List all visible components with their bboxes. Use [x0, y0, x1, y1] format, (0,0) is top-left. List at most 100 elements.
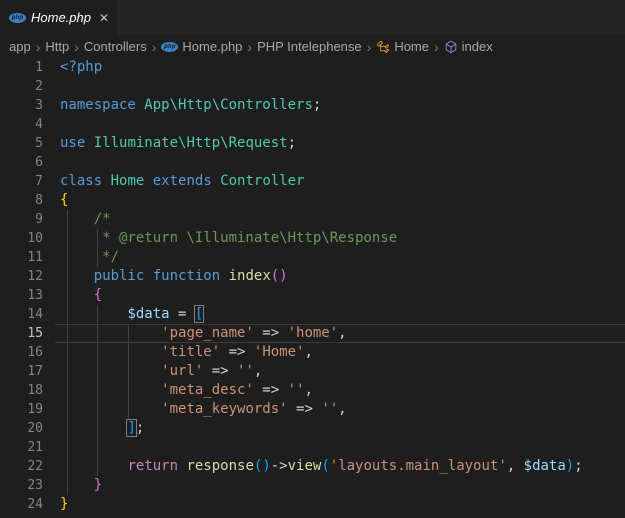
code-text[interactable]: ]; [43, 419, 625, 438]
code-line-3[interactable]: 3 namespace App\Http\Controllers; [0, 96, 625, 115]
code-line-5[interactable]: 5 use Illuminate\Http\Request; [0, 134, 625, 153]
code-text[interactable]: { [43, 286, 625, 305]
code-line-14[interactable]: 14 $data = [ [0, 305, 625, 324]
tab-home-php[interactable]: php Home.php ✕ [0, 0, 119, 35]
code-line-24[interactable]: 24} [0, 495, 625, 514]
line-number[interactable]: 10 [0, 229, 43, 248]
code-token: ; [574, 458, 583, 474]
line-number[interactable]: 22 [0, 457, 43, 476]
code-text[interactable]: } [43, 495, 625, 514]
line-number[interactable]: 17 [0, 362, 43, 381]
symbol-method-icon [444, 40, 458, 54]
code-line-11[interactable]: 11 */ [0, 248, 625, 267]
code-token: Home [110, 173, 145, 189]
line-number[interactable]: 13 [0, 286, 43, 305]
code-text[interactable]: 'page_name' => 'home', [43, 324, 625, 343]
code-token: 'home' [287, 325, 339, 341]
code-text[interactable]: * @return \Illuminate\Http\Response [43, 229, 625, 248]
code-text[interactable]: public function index() [43, 267, 625, 286]
code-token: function [152, 268, 221, 284]
code-line-2[interactable]: 2 [0, 77, 625, 96]
breadcrumb-item-http[interactable]: Http [45, 39, 69, 54]
code-token: [ [193, 305, 205, 323]
code-line-1[interactable]: 1 <?php [0, 58, 625, 77]
code-token: => [220, 344, 254, 360]
line-number[interactable]: 14 [0, 305, 43, 324]
line-number[interactable]: 24 [0, 495, 43, 514]
code-line-12[interactable]: 12 public function index() [0, 267, 625, 286]
code-token: App\Http\Controllers [144, 97, 313, 113]
code-text[interactable]: /* [43, 210, 625, 229]
code-line-20[interactable]: 20 ]; [0, 419, 625, 438]
line-number[interactable]: 20 [0, 419, 43, 438]
code-text[interactable]: 'url' => '', [43, 362, 625, 381]
breadcrumb-item-controllers[interactable]: Controllers [84, 39, 147, 54]
code-text[interactable]: class Home extends Controller [43, 172, 625, 191]
line-number[interactable]: 4 [0, 115, 43, 134]
line-number[interactable]: 19 [0, 400, 43, 419]
code-token: 'layouts.main_layout' [329, 458, 507, 474]
code-text[interactable]: return response()->view('layouts.main_la… [43, 457, 625, 476]
code-text[interactable]: } [43, 476, 625, 495]
code-line-6[interactable]: 6 [0, 153, 625, 172]
breadcrumb-item-home[interactable]: Home [376, 39, 429, 54]
line-number[interactable]: 11 [0, 248, 43, 267]
close-icon[interactable]: ✕ [99, 12, 109, 24]
code-line-9[interactable]: 9 /* [0, 210, 625, 229]
line-number[interactable]: 9 [0, 210, 43, 229]
code-token: ) [565, 458, 575, 474]
line-number[interactable]: 1 [0, 58, 43, 77]
breadcrumb-item-home-php[interactable]: php Home.php [161, 39, 242, 54]
breadcrumb-item-index[interactable]: index [444, 39, 493, 54]
code-line-17[interactable]: 17 'url' => '', [0, 362, 625, 381]
line-number[interactable]: 18 [0, 381, 43, 400]
code-text[interactable]: { [43, 191, 625, 210]
line-number[interactable]: 23 [0, 476, 43, 495]
code-text[interactable]: 'meta_keywords' => '', [43, 400, 625, 419]
code-line-18[interactable]: 18 'meta_desc' => '', [0, 381, 625, 400]
breadcrumb-item-app[interactable]: app [9, 39, 31, 54]
vscode-window: php Home.php ✕ app › Http › Controllers › php H… [0, 0, 625, 514]
code-line-13[interactable]: 13 { [0, 286, 625, 305]
line-number[interactable]: 8 [0, 191, 43, 210]
code-text[interactable] [43, 77, 625, 96]
line-number[interactable]: 2 [0, 77, 43, 96]
line-number[interactable]: 12 [0, 267, 43, 286]
line-number[interactable]: 21 [0, 438, 43, 457]
code-token: * @return \Illuminate\Http\Response [60, 230, 398, 246]
line-number[interactable]: 3 [0, 96, 43, 115]
line-number[interactable]: 16 [0, 343, 43, 362]
line-number[interactable]: 7 [0, 172, 43, 191]
breadcrumb-item-php-intelephense[interactable]: PHP Intelephense [257, 39, 362, 54]
code-text[interactable]: 'title' => 'Home', [43, 343, 625, 362]
code-line-23[interactable]: 23 } [0, 476, 625, 495]
code-text[interactable]: <?php [43, 58, 625, 77]
code-token: => [253, 382, 288, 398]
code-token: view [287, 458, 322, 474]
code-line-15[interactable]: 15 'page_name' => 'home', [0, 324, 625, 343]
breadcrumb-label: Controllers [83, 39, 147, 54]
php-icon: php [161, 41, 179, 52]
code-text[interactable] [43, 438, 625, 457]
code-line-7[interactable]: 7 class Home extends Controller [0, 172, 625, 191]
code-line-8[interactable]: 8{ [0, 191, 625, 210]
line-number[interactable]: 15 [0, 324, 43, 343]
code-line-16[interactable]: 16 'title' => 'Home', [0, 343, 625, 362]
code-text[interactable] [43, 153, 625, 172]
code-line-21[interactable]: 21 [0, 438, 625, 457]
code-line-19[interactable]: 19 'meta_keywords' => '', [0, 400, 625, 419]
code-text[interactable]: */ [43, 248, 625, 267]
line-number[interactable]: 6 [0, 153, 43, 172]
code-text[interactable]: namespace App\Http\Controllers; [43, 96, 625, 115]
code-text[interactable]: 'meta_desc' => '', [43, 381, 625, 400]
code-text[interactable] [43, 115, 625, 134]
code-text[interactable]: $data = [ [43, 305, 625, 324]
code-line-4[interactable]: 4 [0, 115, 625, 134]
chevron-right-icon: › [366, 38, 372, 55]
code-text[interactable]: use Illuminate\Http\Request; [43, 134, 625, 153]
line-number[interactable]: 5 [0, 134, 43, 153]
code-line-10[interactable]: 10 * @return \Illuminate\Http\Response [0, 229, 625, 248]
code-line-22[interactable]: 22 return response()->view('layouts.main… [0, 457, 625, 476]
